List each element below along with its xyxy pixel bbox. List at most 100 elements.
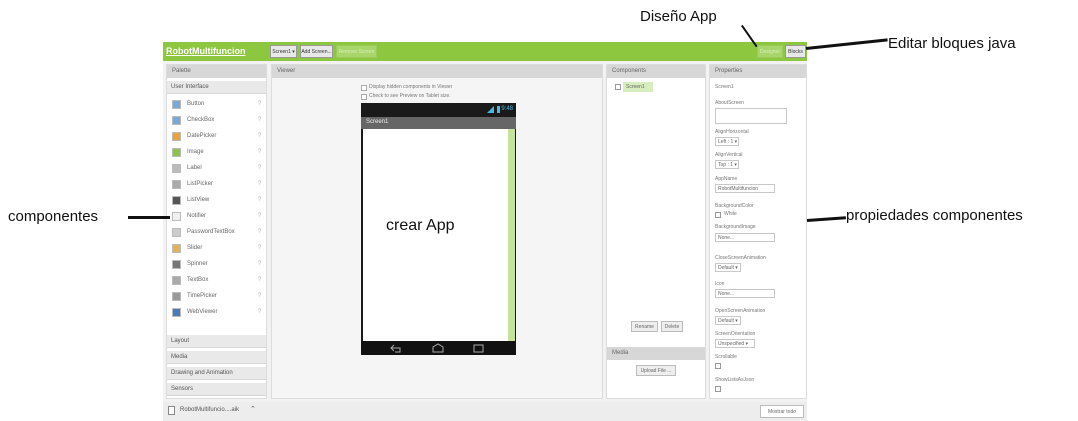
app-name-input[interactable]: RobotMultifuncion: [715, 184, 775, 193]
designer-button[interactable]: Designer: [757, 45, 783, 58]
remove-screen-button[interactable]: Remove Screen: [336, 45, 377, 58]
palette-item[interactable]: Spinner?: [167, 257, 266, 273]
help-icon[interactable]: ?: [258, 261, 261, 267]
palette-item[interactable]: Label?: [167, 161, 266, 177]
button-icon: [172, 100, 181, 109]
palette-item-label: Notifier: [187, 213, 207, 219]
components-header: Components: [607, 65, 705, 78]
palette-item[interactable]: Notifier?: [167, 209, 266, 225]
annotation-crear-app: crear App: [386, 217, 455, 234]
component-screen1[interactable]: Screen1: [623, 82, 653, 92]
annotation-editar: Editar bloques java: [888, 35, 1016, 52]
about-screen-textarea[interactable]: [715, 108, 787, 124]
properties-selected: Screen1: [715, 84, 734, 90]
open-anim-select[interactable]: Default ▾: [715, 316, 741, 325]
palette-item[interactable]: TimePicker?: [167, 289, 266, 305]
palette-item[interactable]: TextBox?: [167, 273, 266, 289]
help-icon[interactable]: ?: [258, 117, 261, 123]
show-lists-checkbox[interactable]: [715, 386, 721, 392]
help-icon[interactable]: ?: [258, 133, 261, 139]
palette-item-label: ListView: [187, 197, 210, 203]
password-icon: [172, 228, 181, 237]
align-vertical-select[interactable]: Top : 1 ▾: [715, 160, 739, 169]
file-icon: [168, 406, 175, 415]
viewer-header: Viewer: [272, 65, 602, 78]
palette-panel: Palette User Interface Button? CheckBox? D…: [166, 64, 267, 399]
upload-file-button[interactable]: Upload File ...: [636, 365, 676, 376]
phone-screen[interactable]: [363, 129, 508, 341]
palette-item[interactable]: CheckBox?: [167, 113, 266, 129]
palette-item[interactable]: ListView?: [167, 193, 266, 209]
help-icon[interactable]: ?: [258, 165, 261, 171]
image-icon: [172, 148, 181, 157]
align-horizontal-select[interactable]: Left : 1 ▾: [715, 137, 739, 146]
palette-item-label: Slider: [187, 245, 203, 251]
help-icon[interactable]: ?: [258, 277, 261, 283]
notifier-icon: [172, 212, 181, 221]
background-image-input[interactable]: None...: [715, 233, 775, 242]
delete-button[interactable]: Delete: [661, 321, 683, 332]
palette-item-label: TextBox: [187, 277, 209, 283]
top-toolbar: [163, 42, 807, 61]
help-icon[interactable]: ?: [258, 197, 261, 203]
annotation-propiedades: propiedades componentes: [846, 207, 1023, 224]
background-color-swatch[interactable]: [715, 212, 721, 218]
arrow-editar: [805, 38, 888, 50]
project-name[interactable]: RobotMultifuncion: [166, 46, 245, 56]
timepicker-icon: [172, 292, 181, 301]
tablet-preview-checkbox[interactable]: [361, 94, 367, 100]
phone-title-bar: Screen1: [361, 117, 516, 129]
blocks-button[interactable]: Blocks: [785, 45, 806, 58]
tree-collapse-icon[interactable]: [615, 84, 621, 90]
palette-item[interactable]: Slider?: [167, 241, 266, 257]
annotation-diseno: Diseño App: [640, 8, 717, 25]
help-icon[interactable]: ?: [258, 149, 261, 155]
rename-button[interactable]: Rename: [631, 321, 658, 332]
help-icon[interactable]: ?: [258, 293, 261, 299]
download-filename[interactable]: RobotMultifuncio....aik: [180, 407, 239, 413]
show-lists-label: ShowListsAsJson: [715, 377, 755, 383]
phone-scroll-edge: [508, 129, 515, 341]
webviewer-icon: [172, 308, 181, 317]
screen-select-button[interactable]: Screen1 ▾: [270, 45, 297, 58]
battery-icon: [497, 106, 500, 113]
palette-section-user-interface[interactable]: User Interface: [167, 81, 266, 94]
home-icon: [432, 343, 444, 353]
palette-item[interactable]: WebViewer?: [167, 305, 266, 321]
spinner-icon: [172, 260, 181, 269]
palette-section-sensors[interactable]: Sensors: [167, 383, 266, 396]
add-screen-button[interactable]: Add Screen...: [300, 45, 333, 58]
hidden-components-checkbox[interactable]: [361, 85, 367, 91]
palette-item[interactable]: Image?: [167, 145, 266, 161]
orientation-select[interactable]: Unspecified ▾: [715, 339, 755, 348]
app-name-label: AppName: [715, 176, 738, 182]
icon-input[interactable]: None...: [715, 289, 775, 298]
palette-item[interactable]: PasswordTextBox?: [167, 225, 266, 241]
palette-section-media[interactable]: Media: [167, 351, 266, 364]
about-screen-label: AboutScreen: [715, 100, 744, 106]
palette-section-layout[interactable]: Layout: [167, 335, 266, 348]
palette-header: Palette: [167, 65, 266, 78]
label-icon: [172, 164, 181, 173]
palette-item-label: Label: [187, 165, 202, 171]
help-icon[interactable]: ?: [258, 309, 261, 315]
palette-section-drawing[interactable]: Drawing and Animation: [167, 367, 266, 380]
media-header: Media: [607, 347, 705, 360]
palette-item[interactable]: Button?: [167, 97, 266, 113]
textbox-icon: [172, 276, 181, 285]
scrollable-checkbox[interactable]: [715, 363, 721, 369]
help-icon[interactable]: ?: [258, 181, 261, 187]
palette-item-label: WebViewer: [187, 309, 218, 315]
help-icon[interactable]: ?: [258, 101, 261, 107]
background-color-value: White: [724, 211, 737, 217]
help-icon[interactable]: ?: [258, 245, 261, 251]
palette-item[interactable]: ListPicker?: [167, 177, 266, 193]
back-icon: [390, 344, 401, 353]
chevron-up-icon[interactable]: ⌃: [250, 405, 256, 413]
help-icon[interactable]: ?: [258, 213, 261, 219]
palette-item[interactable]: DatePicker?: [167, 129, 266, 145]
phone-time: 9:48: [501, 106, 513, 112]
help-icon[interactable]: ?: [258, 229, 261, 235]
show-all-button[interactable]: Mostrar todo: [760, 405, 804, 418]
close-anim-select[interactable]: Default ▾: [715, 263, 741, 272]
